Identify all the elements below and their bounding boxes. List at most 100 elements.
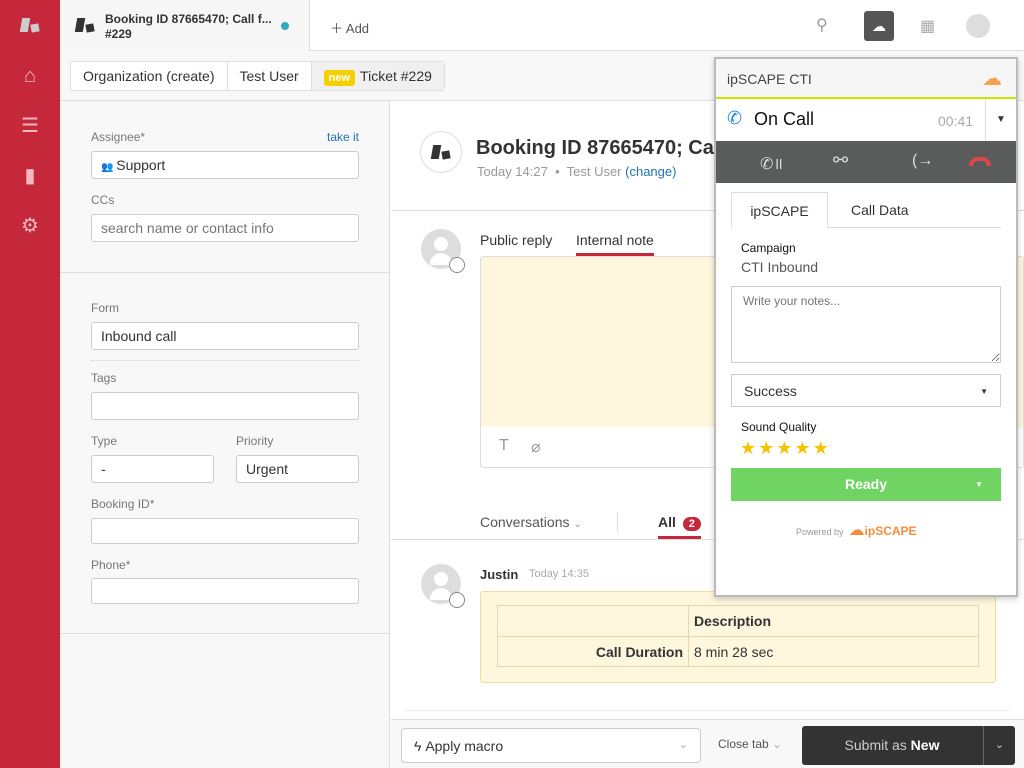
booking-id-label: Booking ID*	[91, 497, 155, 511]
user-badge-icon	[449, 592, 465, 608]
chevron-down-icon: ⌄	[573, 519, 582, 530]
comment-avatar	[421, 564, 465, 608]
ipscape-logo-cloud-icon: ☁	[848, 522, 865, 539]
ticket-title[interactable]: Booking ID 87665470; Cal	[476, 137, 719, 160]
breadcrumb-ticket[interactable]: new Ticket #229	[311, 62, 444, 90]
user-avatar[interactable]	[966, 14, 990, 38]
divider	[60, 633, 390, 634]
powered-by: Powered by ☁ipSCAPE	[796, 520, 917, 540]
admin-gear-icon[interactable]: ⚙	[18, 214, 42, 238]
cti-panel: ipSCAPE CTI ☁ ✆ On Call 00:41 ▼ ✆॥ ⚯ (→ …	[714, 57, 1018, 597]
breadcrumb-user[interactable]: Test User	[228, 62, 312, 90]
type-label: Type	[91, 434, 118, 448]
star-icon[interactable]: ★	[794, 438, 810, 458]
booking-id-input[interactable]	[91, 518, 359, 544]
all-count-badge: 2	[682, 517, 701, 531]
transfer-call-icon[interactable]: (→	[912, 152, 933, 170]
tab-public-reply[interactable]: Public reply	[480, 232, 552, 248]
cti-header: ipSCAPE CTI ☁	[716, 59, 1016, 99]
type-select[interactable]: -	[91, 455, 214, 483]
submit-button[interactable]: Submit as New	[802, 726, 982, 765]
status-dropdown-caret-icon[interactable]: ▼	[985, 99, 1016, 141]
ready-label: Ready	[844, 476, 888, 492]
table-row-label: Call Duration	[497, 636, 689, 667]
zendesk-logo-icon[interactable]	[18, 14, 42, 38]
table-header: Description	[688, 605, 979, 637]
tab-subtitle: #229	[105, 27, 132, 41]
search-icon[interactable]: ⚲	[816, 15, 828, 35]
close-tab-dropdown[interactable]: Close tab ⌄	[718, 737, 782, 751]
take-it-link[interactable]: take it	[327, 130, 359, 144]
ticket-tab[interactable]: Booking ID 87665470; Call f... #229	[60, 0, 310, 51]
divider	[405, 710, 1010, 711]
macro-label: Apply macro	[425, 738, 504, 754]
sound-quality-rating[interactable]: ★ ★ ★ ★ ★	[740, 438, 831, 459]
star-icon[interactable]: ★	[758, 438, 774, 458]
apps-grid-icon[interactable]: ▦	[920, 16, 935, 36]
reporting-icon[interactable]: ▮	[18, 164, 42, 188]
submit-options-chevron-icon[interactable]: ⌄	[983, 726, 1015, 765]
divider	[91, 360, 359, 361]
call-notes-textarea[interactable]	[731, 286, 1001, 363]
ipscape-logo: ipSCAPE	[864, 524, 917, 538]
ticket-requester[interactable]: Test User	[567, 164, 622, 179]
phone-ringing-icon: ✆	[727, 108, 743, 128]
breadcrumb: Organization (create) Test User new Ticke…	[70, 61, 445, 91]
ccs-input[interactable]	[91, 214, 359, 242]
priority-select[interactable]: Urgent	[236, 455, 359, 483]
apply-macro-select[interactable]: ϟ Apply macro ⌄	[401, 728, 701, 763]
outcome-select[interactable]: Success ▼	[731, 374, 1001, 407]
caret-down-icon: ▼	[980, 387, 988, 396]
agent-avatar	[421, 229, 465, 273]
breadcrumb-organization[interactable]: Organization (create)	[71, 62, 228, 90]
call-status: On Call	[754, 109, 815, 129]
text-format-icon[interactable]: T	[499, 437, 509, 455]
home-icon[interactable]: ⌂	[18, 64, 42, 88]
submit-prefix: Submit as	[844, 737, 907, 753]
change-requester-link[interactable]: (change)	[625, 164, 676, 179]
hang-up-icon[interactable]	[969, 157, 991, 166]
logo-icon	[432, 145, 450, 159]
assignee-field[interactable]: 👥 Support	[91, 151, 359, 179]
ticket-logo-icon	[76, 18, 94, 32]
tab-internal-note[interactable]: Internal note	[576, 232, 654, 256]
form-label: Form	[91, 301, 119, 315]
chevron-down-icon: ⌄	[772, 737, 783, 751]
divider	[60, 272, 390, 273]
cti-cloud-icon[interactable]: ☁	[864, 11, 894, 41]
form-select[interactable]: Inbound call	[91, 322, 359, 350]
assignee-label: Assignee*	[91, 130, 146, 144]
main-nav: ⌂ ☰ ▮ ⚙	[0, 0, 60, 768]
comment-body: Description Call Duration 8 min 28 sec	[480, 591, 996, 683]
hold-call-icon[interactable]: ✆॥	[760, 152, 783, 174]
attachment-icon[interactable]: ⌀	[531, 437, 541, 457]
tags-input[interactable]	[91, 392, 359, 420]
campaign-value: CTI Inbound	[741, 259, 819, 275]
ccs-label: CCs	[91, 193, 115, 207]
cti-tab-ipscape[interactable]: ipSCAPE	[731, 192, 828, 228]
ticket-time: Today 14:27	[477, 164, 548, 179]
ipscape-cloud-icon: ☁	[982, 68, 1002, 90]
chevron-down-icon: ⌄	[678, 739, 688, 751]
submit-status: New	[910, 737, 940, 753]
conversations-label: Conversations	[480, 514, 570, 530]
conversations-filter[interactable]: Conversations ⌄	[480, 514, 582, 530]
views-icon[interactable]: ☰	[18, 114, 42, 138]
comment-time: Today 14:35	[529, 568, 589, 580]
voicemail-icon[interactable]: ⚯	[833, 150, 848, 171]
star-icon[interactable]: ★	[813, 438, 829, 458]
star-icon[interactable]: ★	[776, 438, 792, 458]
filter-all[interactable]: All 2	[658, 514, 701, 539]
outcome-value: Success	[744, 383, 797, 399]
group-icon: 👥	[101, 162, 117, 173]
cti-title: ipSCAPE CTI	[727, 71, 812, 87]
star-icon[interactable]: ★	[740, 438, 756, 458]
caret-down-icon: ▼	[975, 480, 983, 489]
cti-tab-call-data[interactable]: Call Data	[851, 202, 909, 218]
comment-author[interactable]: Justin	[480, 567, 518, 582]
add-tab-button[interactable]: ＋ Add	[330, 18, 369, 37]
phone-input[interactable]	[91, 578, 359, 604]
ready-button[interactable]: Ready ▼	[731, 468, 1001, 501]
user-badge-icon	[449, 257, 465, 273]
priority-label: Priority	[236, 434, 274, 448]
